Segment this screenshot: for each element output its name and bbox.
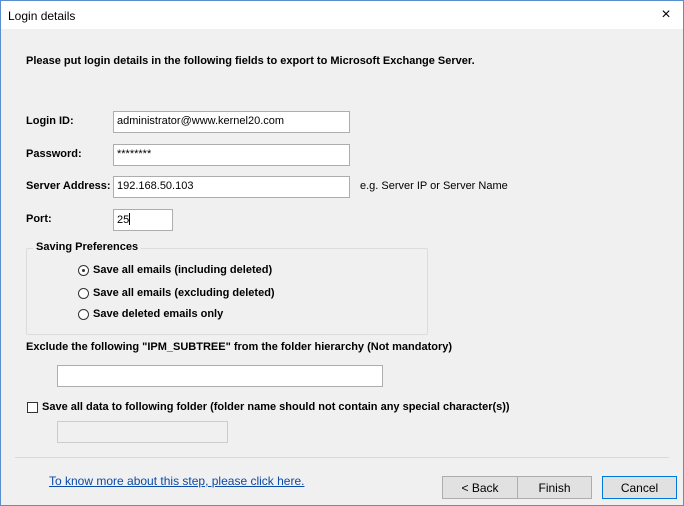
- server-address-input[interactable]: 192.168.50.103: [113, 176, 350, 198]
- cancel-button[interactable]: Cancel: [602, 476, 677, 499]
- close-icon[interactable]: ×: [649, 1, 683, 29]
- saving-preferences-title: Saving Preferences: [33, 241, 142, 253]
- radio-button[interactable]: [78, 287, 89, 299]
- window-title: Login details: [8, 9, 76, 23]
- radio-label: Save all emails (excluding deleted): [93, 287, 275, 299]
- dialog-body: Please put login details in the followin…: [1, 30, 683, 505]
- server-address-hint: e.g. Server IP or Server Name: [360, 180, 508, 192]
- finish-button[interactable]: Finish: [517, 476, 592, 499]
- save-folder-label: Save all data to following folder (folde…: [42, 401, 510, 413]
- back-button[interactable]: < Back: [442, 476, 518, 499]
- radio-save-all-excluding-deleted[interactable]: Save all emails (excluding deleted): [78, 287, 275, 299]
- login-id-input[interactable]: administrator@www.kernel20.com: [113, 111, 350, 133]
- exclude-label: Exclude the following "IPM_SUBTREE" from…: [26, 341, 453, 353]
- password-label: Password:: [26, 148, 82, 160]
- saving-preferences-group: Saving Preferences Save all emails (incl…: [26, 241, 428, 335]
- radio-save-deleted-only[interactable]: Save deleted emails only: [78, 308, 223, 320]
- port-value: 25: [117, 214, 130, 226]
- save-folder-input: [57, 421, 228, 443]
- login-details-dialog: Login details × Please put login details…: [0, 0, 684, 506]
- footer-separator: [15, 457, 669, 458]
- port-label: Port:: [26, 213, 52, 225]
- radio-save-all-including-deleted[interactable]: Save all emails (including deleted): [78, 264, 272, 276]
- password-input[interactable]: ********: [113, 144, 350, 166]
- radio-label: Save deleted emails only: [93, 308, 224, 320]
- radio-label: Save all emails (including deleted): [93, 264, 273, 276]
- radio-button-checked[interactable]: [78, 264, 89, 276]
- radio-button[interactable]: [78, 308, 89, 320]
- save-folder-checkbox[interactable]: [27, 401, 38, 413]
- exclude-input[interactable]: [57, 365, 383, 387]
- port-input[interactable]: 25: [113, 209, 173, 231]
- text-caret: [129, 213, 131, 225]
- title-bar: Login details ×: [1, 1, 683, 29]
- instructions-text: Please put login details in the followin…: [26, 55, 475, 67]
- help-link[interactable]: To know more about this step, please cli…: [49, 474, 304, 488]
- save-folder-option[interactable]: Save all data to following folder (folde…: [27, 401, 510, 413]
- server-address-label: Server Address:: [26, 180, 111, 192]
- login-id-label: Login ID:: [26, 115, 74, 127]
